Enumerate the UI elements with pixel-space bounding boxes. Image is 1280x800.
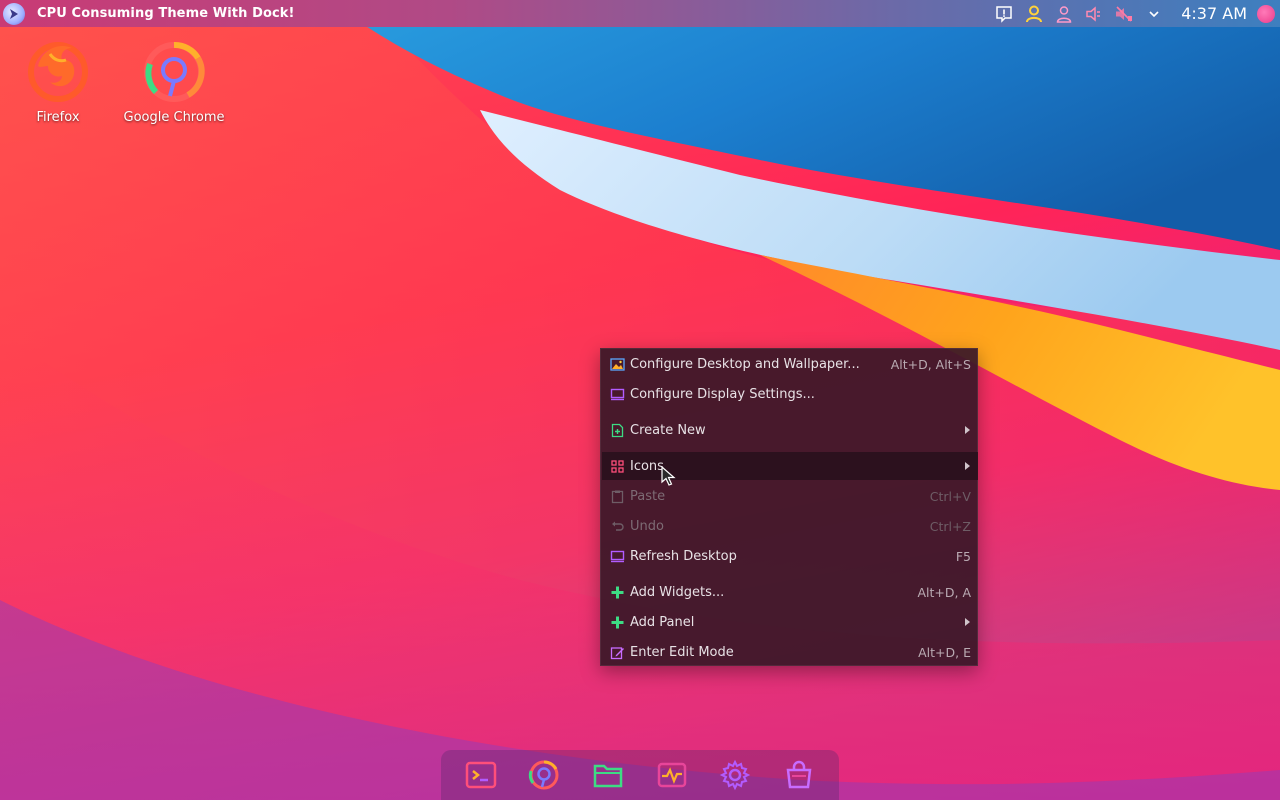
chevron-down-icon[interactable]: [1143, 3, 1165, 25]
plus-icon: [609, 614, 625, 630]
firefox-icon: [28, 42, 88, 102]
dock-item-chrome[interactable]: [524, 755, 564, 795]
chrome-icon: [144, 42, 205, 102]
display-icon: [609, 386, 625, 402]
submenu-arrow-icon: [965, 618, 970, 626]
dock-item-settings[interactable]: [715, 755, 755, 795]
dock: [441, 750, 839, 800]
desktop-icon-chrome[interactable]: Google Chrome: [119, 36, 229, 125]
system-monitor-icon: [657, 762, 687, 788]
submenu-arrow-icon: [965, 462, 970, 470]
panel-title: CPU Consuming Theme With Dock!: [37, 6, 295, 21]
dock-item-terminal[interactable]: [461, 755, 501, 795]
grid-icon: [609, 458, 625, 474]
store-bag-icon: [786, 760, 812, 789]
desktop-context-menu: Configure Desktop and Wallpaper... Alt+D…: [600, 348, 978, 666]
edit-icon: [609, 644, 625, 660]
plus-icon: [609, 584, 625, 600]
settings-gear-icon: [720, 759, 751, 791]
dock-item-store[interactable]: [779, 755, 819, 795]
clock[interactable]: 4:37 AM: [1181, 4, 1247, 23]
chrome-icon: [529, 760, 559, 790]
menu-item-configure-display[interactable]: Configure Display Settings...: [602, 380, 978, 408]
menu-item-add-widgets[interactable]: Add Widgets... Alt+D, A: [602, 578, 978, 606]
system-tray: 4:37 AM: [989, 0, 1280, 27]
menu-item-undo[interactable]: Undo Ctrl+Z: [602, 512, 978, 540]
dock-item-files[interactable]: [588, 755, 628, 795]
desktop-icon-firefox[interactable]: Firefox: [3, 36, 113, 125]
folder-icon: [593, 764, 623, 788]
user-pink-icon[interactable]: [1053, 3, 1075, 25]
top-panel: CPU Consuming Theme With Dock! 4:37 AM: [0, 0, 1280, 27]
user-avatar-icon[interactable]: [1257, 4, 1275, 23]
menu-item-configure-desktop[interactable]: Configure Desktop and Wallpaper... Alt+D…: [602, 350, 978, 378]
volume-muted-icon[interactable]: [1113, 3, 1135, 25]
wallpaper-icon: [609, 356, 625, 372]
menu-item-enter-edit-mode[interactable]: Enter Edit Mode Alt+D, E: [602, 638, 978, 666]
undo-icon: [609, 518, 625, 534]
menu-item-refresh-desktop[interactable]: Refresh Desktop F5: [602, 542, 978, 570]
app-launcher-icon[interactable]: [3, 2, 25, 25]
submenu-arrow-icon: [965, 426, 970, 434]
desktop-icon-label: Firefox: [36, 110, 80, 125]
notification-icon[interactable]: [993, 3, 1015, 25]
menu-item-add-panel[interactable]: Add Panel: [602, 608, 978, 636]
terminal-icon: [465, 761, 497, 789]
menu-item-create-new[interactable]: Create New: [602, 416, 978, 444]
desktop-icon-label: Google Chrome: [123, 110, 225, 125]
refresh-display-icon: [609, 548, 625, 564]
create-new-icon: [609, 422, 625, 438]
volume-icon[interactable]: [1083, 3, 1105, 25]
user-yellow-icon[interactable]: [1023, 3, 1045, 25]
paste-icon: [609, 488, 625, 504]
desktop[interactable]: CPU Consuming Theme With Dock! 4:37 AM F…: [0, 0, 1280, 800]
dock-item-system-monitor[interactable]: [652, 755, 692, 795]
menu-item-icons[interactable]: Icons: [602, 452, 978, 480]
menu-item-paste[interactable]: Paste Ctrl+V: [602, 482, 978, 510]
mouse-cursor-icon: [661, 466, 676, 486]
